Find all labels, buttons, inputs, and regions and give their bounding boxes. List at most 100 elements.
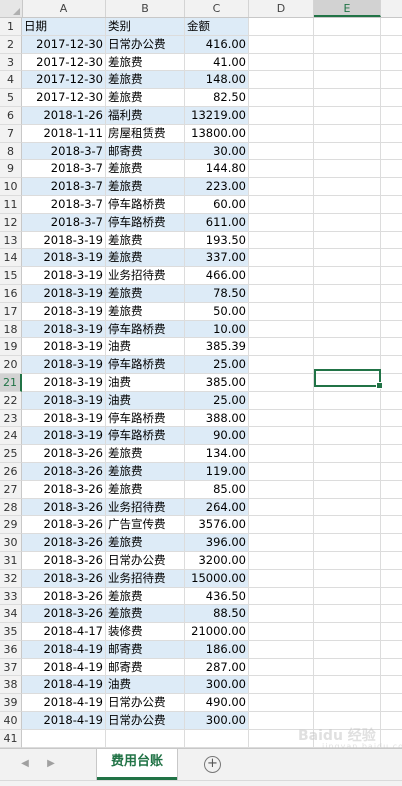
cell-amount[interactable]: 611.00 bbox=[185, 214, 249, 232]
cell-amount[interactable]: 396.00 bbox=[185, 534, 249, 552]
cell-category[interactable]: 油费 bbox=[106, 374, 185, 392]
cell-date[interactable]: 2018-3-26 bbox=[22, 516, 106, 534]
cell-empty[interactable] bbox=[314, 676, 381, 694]
cell-date[interactable]: 2018-3-19 bbox=[22, 232, 106, 250]
cell-empty[interactable] bbox=[314, 338, 381, 356]
cell-empty[interactable] bbox=[249, 143, 314, 161]
cell-empty[interactable] bbox=[314, 160, 381, 178]
row-header[interactable]: 34 bbox=[0, 605, 22, 623]
cell-empty[interactable] bbox=[314, 463, 381, 481]
cell-empty[interactable] bbox=[314, 54, 381, 72]
cell-empty[interactable] bbox=[381, 285, 402, 303]
cell-empty[interactable] bbox=[381, 694, 402, 712]
cell-empty[interactable] bbox=[381, 623, 402, 641]
row-header[interactable]: 14 bbox=[0, 249, 22, 267]
row-header[interactable]: 19 bbox=[0, 338, 22, 356]
cell-date[interactable]: 2018-1-26 bbox=[22, 107, 106, 125]
cell-category[interactable]: 差旅费 bbox=[106, 178, 185, 196]
cell-empty[interactable] bbox=[249, 178, 314, 196]
cell-empty[interactable] bbox=[314, 659, 381, 677]
cell-empty[interactable] bbox=[381, 160, 402, 178]
cell-date[interactable]: 2018-3-26 bbox=[22, 463, 106, 481]
cell-empty[interactable] bbox=[249, 427, 314, 445]
cell-empty[interactable] bbox=[314, 36, 381, 54]
cell-amount[interactable]: 466.00 bbox=[185, 267, 249, 285]
cell-empty[interactable] bbox=[249, 374, 314, 392]
row-header[interactable]: 29 bbox=[0, 516, 22, 534]
row-header[interactable]: 40 bbox=[0, 712, 22, 730]
cell-empty[interactable] bbox=[314, 392, 381, 410]
cell-date[interactable]: 2018-3-7 bbox=[22, 143, 106, 161]
cell-amount[interactable]: 85.00 bbox=[185, 481, 249, 499]
cell-empty[interactable] bbox=[314, 178, 381, 196]
row-header[interactable]: 22 bbox=[0, 392, 22, 410]
cell-empty[interactable] bbox=[381, 534, 402, 552]
row-header[interactable]: 17 bbox=[0, 303, 22, 321]
row-header[interactable]: 27 bbox=[0, 481, 22, 499]
cell-amount[interactable]: 144.80 bbox=[185, 160, 249, 178]
cell-amount[interactable]: 119.00 bbox=[185, 463, 249, 481]
cell-empty[interactable] bbox=[249, 552, 314, 570]
cell-amount[interactable]: 50.00 bbox=[185, 303, 249, 321]
cell-empty[interactable] bbox=[381, 392, 402, 410]
cell-date[interactable]: 2018-3-7 bbox=[22, 178, 106, 196]
cell-date[interactable]: 2018-3-7 bbox=[22, 196, 106, 214]
cell-empty[interactable] bbox=[249, 267, 314, 285]
row-header[interactable]: 18 bbox=[0, 321, 22, 339]
cell-empty[interactable] bbox=[249, 641, 314, 659]
cell-date[interactable]: 2018-3-19 bbox=[22, 410, 106, 428]
cell-empty[interactable] bbox=[314, 71, 381, 89]
cell-date[interactable]: 2018-3-26 bbox=[22, 534, 106, 552]
cell-empty[interactable] bbox=[249, 214, 314, 232]
cell-empty[interactable] bbox=[314, 481, 381, 499]
cell-empty[interactable] bbox=[314, 89, 381, 107]
cell-category[interactable]: 停车路桥费 bbox=[106, 356, 185, 374]
row-header[interactable]: 3 bbox=[0, 54, 22, 72]
cell-empty[interactable] bbox=[249, 659, 314, 677]
cell-empty[interactable] bbox=[381, 267, 402, 285]
cell-empty[interactable] bbox=[314, 641, 381, 659]
cell-empty[interactable] bbox=[249, 54, 314, 72]
cell-empty[interactable] bbox=[314, 285, 381, 303]
cell-empty[interactable] bbox=[314, 605, 381, 623]
cell-empty[interactable] bbox=[314, 196, 381, 214]
row-header[interactable]: 26 bbox=[0, 463, 22, 481]
cell-empty[interactable] bbox=[381, 445, 402, 463]
cell-amount[interactable]: 388.00 bbox=[185, 410, 249, 428]
cell-category[interactable]: 差旅费 bbox=[106, 160, 185, 178]
cell-header-date[interactable]: 日期 bbox=[22, 18, 106, 36]
cell-empty[interactable] bbox=[106, 730, 185, 748]
cell-category[interactable]: 邮寄费 bbox=[106, 641, 185, 659]
cell-amount[interactable]: 134.00 bbox=[185, 445, 249, 463]
cell-empty[interactable] bbox=[314, 249, 381, 267]
cell-empty[interactable] bbox=[381, 356, 402, 374]
cell-category[interactable]: 业务招待费 bbox=[106, 570, 185, 588]
cell-empty[interactable] bbox=[381, 125, 402, 143]
cell-date[interactable]: 2018-4-19 bbox=[22, 659, 106, 677]
cell-empty[interactable] bbox=[381, 605, 402, 623]
cell-category[interactable]: 业务招待费 bbox=[106, 267, 185, 285]
cell-category[interactable]: 邮寄费 bbox=[106, 659, 185, 677]
cell-date[interactable]: 2017-12-30 bbox=[22, 36, 106, 54]
cell-category[interactable]: 停车路桥费 bbox=[106, 410, 185, 428]
cell-amount[interactable]: 385.00 bbox=[185, 374, 249, 392]
cell-empty[interactable] bbox=[381, 481, 402, 499]
cell-empty[interactable] bbox=[381, 214, 402, 232]
row-header[interactable]: 24 bbox=[0, 427, 22, 445]
column-header-e[interactable]: E bbox=[314, 0, 381, 17]
cell-date[interactable]: 2018-4-19 bbox=[22, 641, 106, 659]
row-header[interactable]: 13 bbox=[0, 232, 22, 250]
cell-empty[interactable] bbox=[249, 694, 314, 712]
cell-category[interactable]: 差旅费 bbox=[106, 605, 185, 623]
cell-amount[interactable]: 337.00 bbox=[185, 249, 249, 267]
cell-empty[interactable] bbox=[22, 730, 106, 748]
cell-empty[interactable] bbox=[249, 71, 314, 89]
column-header-b[interactable]: B bbox=[106, 0, 185, 17]
cell-category[interactable]: 停车路桥费 bbox=[106, 196, 185, 214]
cell-category[interactable]: 差旅费 bbox=[106, 534, 185, 552]
row-header[interactable]: 23 bbox=[0, 410, 22, 428]
cell-amount[interactable]: 15000.00 bbox=[185, 570, 249, 588]
cell-category[interactable]: 差旅费 bbox=[106, 285, 185, 303]
cell-empty[interactable] bbox=[381, 588, 402, 606]
row-header[interactable]: 7 bbox=[0, 125, 22, 143]
